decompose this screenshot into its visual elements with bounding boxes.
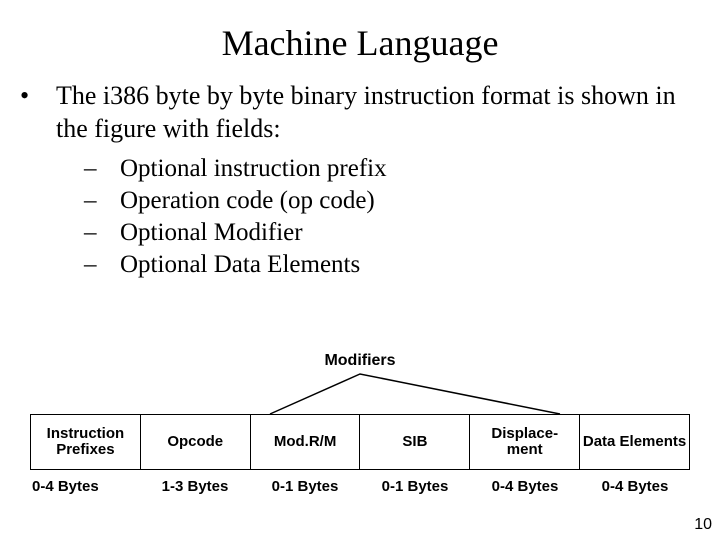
byte-range: 0-1 Bytes — [360, 478, 470, 495]
main-bullet: The i386 byte by byte binary instruction… — [30, 80, 690, 145]
byte-range: 1-3 Bytes — [140, 478, 250, 495]
brace-icon — [30, 370, 690, 416]
modifiers-brace — [30, 370, 690, 416]
sub-bullet-item: Optional Data Elements — [100, 249, 690, 281]
field-boxes-row: Instruction Prefixes Opcode Mod.R/M SIB … — [30, 414, 690, 470]
field-box-opcode: Opcode — [140, 414, 251, 470]
byte-range: 0-1 Bytes — [250, 478, 360, 495]
modifiers-label: Modifiers — [30, 352, 690, 370]
byte-range: 0-4 Bytes — [470, 478, 580, 495]
field-box-data-elements: Data Elements — [579, 414, 690, 470]
byte-ranges-row: 0-4 Bytes 1-3 Bytes 0-1 Bytes 0-1 Bytes … — [30, 478, 690, 495]
page-number: 10 — [694, 516, 712, 534]
field-box-displacement: Displace- ment — [469, 414, 580, 470]
slide: Machine Language The i386 byte by byte b… — [0, 0, 720, 540]
byte-range: 0-4 Bytes — [30, 478, 140, 495]
field-box-sib: SIB — [359, 414, 470, 470]
sub-bullet-item: Optional Modifier — [100, 217, 690, 249]
page-title: Machine Language — [30, 22, 690, 64]
field-box-instruction-prefixes: Instruction Prefixes — [30, 414, 141, 470]
sub-bullet-item: Optional instruction prefix — [100, 153, 690, 185]
sub-bullet-list: Optional instruction prefix Operation co… — [100, 153, 690, 281]
byte-range: 0-4 Bytes — [580, 478, 690, 495]
field-box-modrm: Mod.R/M — [250, 414, 361, 470]
sub-bullet-item: Operation code (op code) — [100, 185, 690, 217]
